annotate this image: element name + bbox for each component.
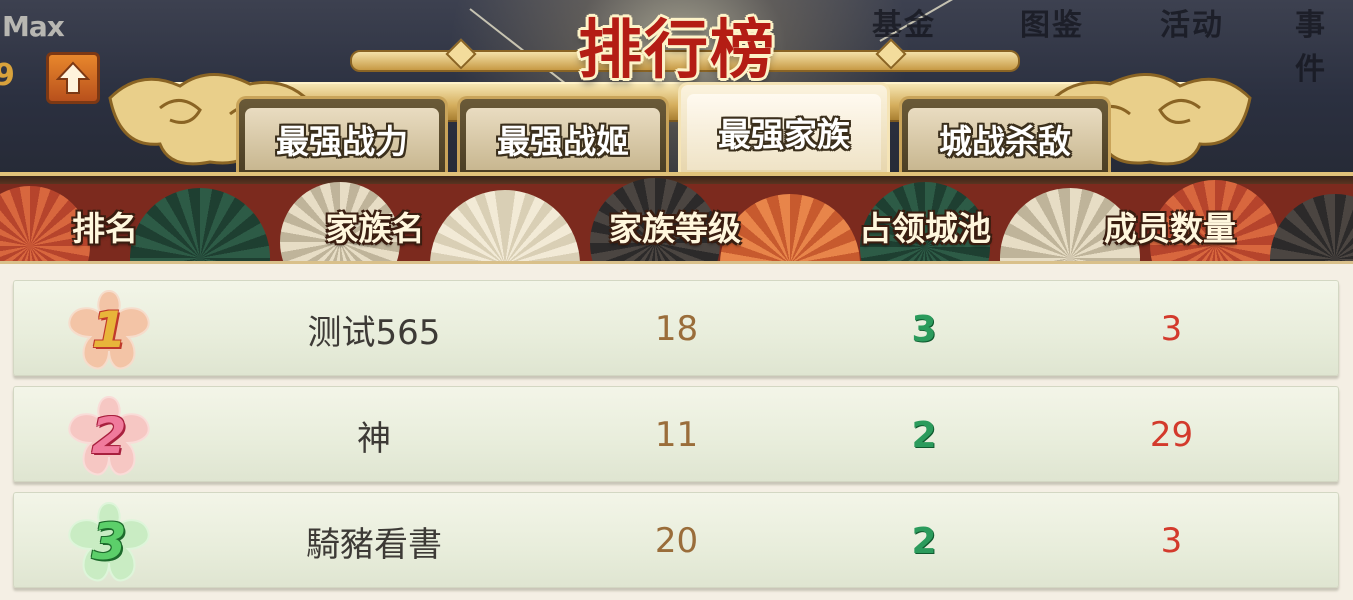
tab-city-war-kills[interactable]: 城战杀敌 <box>899 96 1111 172</box>
column-header-members: 成员数量 <box>1104 209 1236 248</box>
occupied-cities: 2 <box>911 520 937 562</box>
member-count: 3 <box>1160 309 1183 349</box>
level-max-label: Max <box>2 10 65 43</box>
family-name: 测试565 <box>307 312 441 353</box>
bg-menu-label: 基金 <box>872 8 936 43</box>
rank-badge: 3 <box>64 499 154 585</box>
tab-label: 城战杀敌 <box>908 107 1102 170</box>
tab-strongest-princess[interactable]: 最强战姬 <box>457 96 669 172</box>
family-level: 11 <box>654 415 699 455</box>
member-count: 3 <box>1160 521 1183 561</box>
ranking-list: 1 测试565 18 3 3 2 神 11 2 29 3 騎豬看書 20 2 3 <box>0 264 1353 600</box>
pattern-flower <box>430 190 580 261</box>
pattern-flower <box>1270 194 1353 261</box>
ranking-row[interactable]: 3 騎豬看書 20 2 3 <box>13 492 1339 588</box>
rank-number: 3 <box>91 513 127 571</box>
level-up-button[interactable] <box>46 52 100 104</box>
bg-menu-label: 事件 <box>1295 8 1327 87</box>
rank-number: 2 <box>91 407 127 465</box>
family-level: 20 <box>654 521 699 561</box>
bg-menu-label: 活动 <box>1160 8 1224 43</box>
tab-label: 最强战姬 <box>466 107 660 170</box>
rank-number: 1 <box>91 301 127 359</box>
rank-badge: 1 <box>64 287 154 373</box>
rank-badge: 2 <box>64 393 154 479</box>
family-name: 神 <box>357 418 391 459</box>
column-header-family-level: 家族等级 <box>609 209 741 248</box>
ranking-row[interactable]: 1 测试565 18 3 3 <box>13 280 1339 376</box>
bg-menu-label: 图鉴 <box>1020 8 1084 43</box>
page-title: 排行榜 <box>578 14 776 88</box>
occupied-cities: 2 <box>911 414 937 456</box>
tab-label: 最强战力 <box>245 107 439 170</box>
level-number: 9 <box>0 58 15 93</box>
tab-strongest-family[interactable]: 最强家族 <box>678 82 890 172</box>
tab-strongest-power[interactable]: 最强战力 <box>236 96 448 172</box>
family-level: 18 <box>654 309 699 349</box>
ranking-row[interactable]: 2 神 11 2 29 <box>13 386 1339 482</box>
family-name: 騎豬看書 <box>306 524 442 565</box>
table-header: 排名 家族名 家族等级 占领城池 成员数量 <box>0 172 1353 264</box>
page-title-wrap: 排行榜 <box>536 0 818 90</box>
occupied-cities: 3 <box>911 308 937 350</box>
column-header-family-name: 家族名 <box>325 209 425 248</box>
arrow-up-icon <box>56 61 90 94</box>
column-header-rank: 排名 <box>72 209 138 248</box>
member-count: 29 <box>1149 415 1194 455</box>
tab-label: 最强家族 <box>687 93 881 170</box>
column-header-cities: 占领城池 <box>859 209 991 248</box>
